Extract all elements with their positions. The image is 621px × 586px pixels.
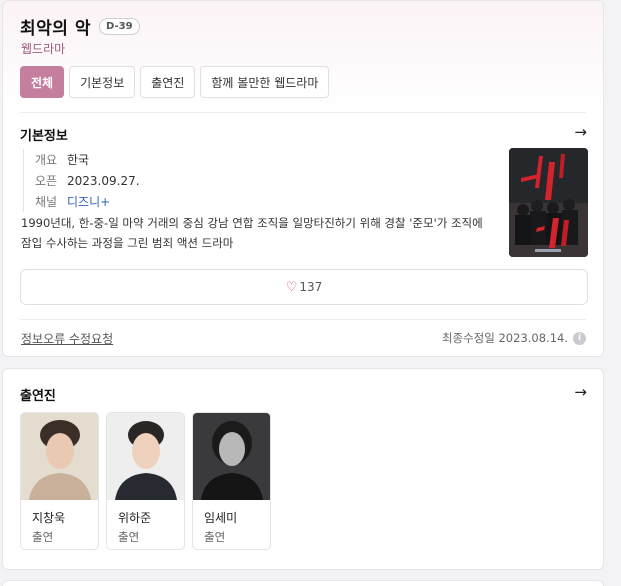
cast-card: 출연진 → 지창욱 출연 위하준 출연 임세미 출연 bbox=[2, 368, 604, 570]
like-count: 137 bbox=[299, 280, 323, 294]
info-key: 채널 bbox=[35, 195, 58, 209]
arrow-right-icon[interactable]: → bbox=[574, 385, 587, 400]
genre-label: 웹드라마 bbox=[21, 42, 66, 56]
next-section-card bbox=[2, 580, 604, 586]
poster-image[interactable] bbox=[509, 148, 588, 257]
report-error-link[interactable]: 정보오류 수정요청 bbox=[21, 330, 113, 347]
cast-member-card[interactable]: 임세미 출연 bbox=[192, 412, 271, 550]
info-value: 2023.09.27. bbox=[67, 173, 140, 188]
heart-outline-icon: ♡ bbox=[285, 279, 298, 295]
drama-info-card: 최악의 악 D-39 웹드라마 전체 기본정보 출연진 함께 볼만한 웹드라마 … bbox=[2, 0, 604, 357]
info-row-overview: 개요 한국 bbox=[35, 149, 140, 170]
cast-name: 임세미 bbox=[204, 511, 238, 525]
cast-role: 출연 bbox=[118, 530, 140, 544]
info-key: 개요 bbox=[35, 153, 58, 167]
dday-badge: D-39 bbox=[98, 18, 140, 35]
info-key: 오픈 bbox=[35, 174, 58, 188]
synopsis: 1990년대, 한-중-일 마약 거래의 중심 강남 연합 조직을 일망타진하기… bbox=[21, 216, 483, 250]
last-updated: 최종수정일 2023.08.14. i bbox=[442, 330, 586, 346]
last-updated-text: 최종수정일 2023.08.14. bbox=[441, 331, 568, 345]
info-row-open: 오픈 2023.09.27. bbox=[35, 170, 140, 191]
basic-info-heading: 기본정보 bbox=[20, 129, 68, 144]
like-button[interactable]: ♡ 137 bbox=[20, 269, 588, 305]
cast-member-card[interactable]: 지창욱 출연 bbox=[20, 412, 99, 550]
cast-photo-art bbox=[107, 413, 184, 500]
channel-link[interactable]: 디즈니+ bbox=[67, 193, 110, 210]
cast-photo bbox=[193, 413, 270, 500]
cast-name: 지창욱 bbox=[32, 511, 66, 525]
arrow-right-icon[interactable]: → bbox=[574, 125, 587, 140]
cast-photo bbox=[107, 413, 184, 500]
info-list: 개요 한국 오픈 2023.09.27. 채널 디즈니+ bbox=[23, 149, 140, 212]
info-row-channel: 채널 디즈니+ bbox=[35, 191, 140, 212]
info-circle-icon[interactable]: i bbox=[573, 331, 586, 345]
tab-bar: 전체 기본정보 출연진 함께 볼만한 웹드라마 bbox=[20, 66, 334, 98]
cast-role: 출연 bbox=[32, 530, 54, 544]
title-row: 최악의 악 D-39 bbox=[20, 14, 140, 39]
drama-title: 최악의 악 bbox=[20, 19, 91, 39]
divider bbox=[20, 319, 586, 320]
info-value: 한국 bbox=[67, 153, 90, 167]
poster-art bbox=[509, 148, 588, 257]
tab-basic-info[interactable]: 기본정보 bbox=[69, 66, 136, 98]
cast-photo bbox=[21, 413, 98, 500]
cast-heading: 출연진 bbox=[20, 389, 56, 404]
divider bbox=[20, 112, 586, 113]
cast-photo-art bbox=[193, 413, 270, 500]
tab-recommended[interactable]: 함께 볼만한 웹드라마 bbox=[200, 66, 330, 98]
tab-all[interactable]: 전체 bbox=[20, 66, 65, 98]
cast-role: 출연 bbox=[204, 530, 226, 544]
cast-member-card[interactable]: 위하준 출연 bbox=[106, 412, 185, 550]
cast-name: 위하준 bbox=[118, 511, 152, 525]
tab-cast[interactable]: 출연진 bbox=[140, 66, 196, 98]
cast-list: 지창욱 출연 위하준 출연 임세미 출연 bbox=[20, 412, 278, 550]
cast-photo-art bbox=[21, 413, 98, 500]
